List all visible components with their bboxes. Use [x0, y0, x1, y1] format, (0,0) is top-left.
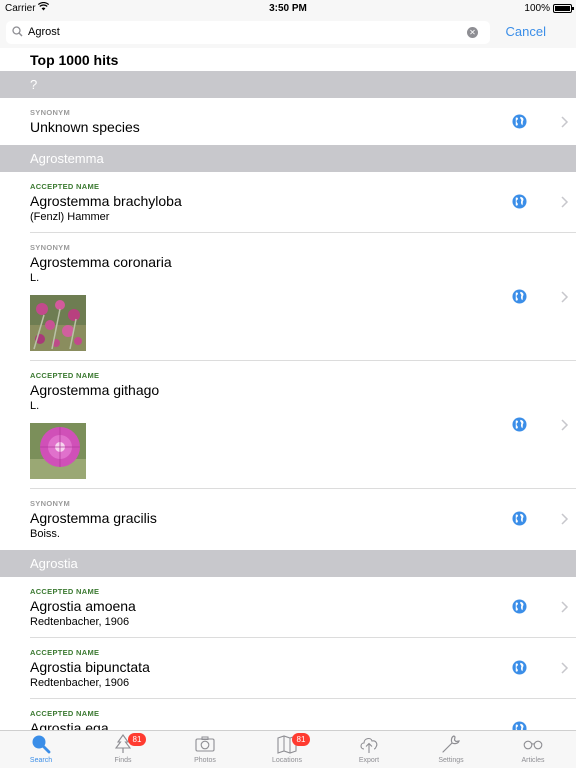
globe-icon[interactable]	[512, 599, 527, 614]
search-input[interactable]: Agrost ✕	[6, 21, 490, 44]
section-header: ?	[0, 71, 576, 98]
chevron-right-icon	[561, 196, 569, 208]
entry-kind: SYNONYM	[30, 108, 71, 117]
tab-finds[interactable]: 81 Finds	[82, 731, 164, 768]
species-photo[interactable]	[30, 295, 86, 351]
species-name: Agrostia bipunctata	[30, 659, 150, 675]
search-icon	[12, 26, 23, 37]
search-icon	[32, 735, 51, 754]
species-author: (Fenzl) Hammer	[30, 211, 110, 223]
search-bar: Agrost ✕ Cancel	[0, 18, 576, 48]
globe-icon[interactable]	[512, 721, 527, 730]
globe-icon[interactable]	[512, 289, 527, 304]
chevron-right-icon	[561, 116, 569, 128]
list-item[interactable]: SYNONYM Unknown species	[30, 98, 576, 145]
species-author: L.	[30, 400, 40, 412]
list-item[interactable]: SYNONYM Agrostemma coronaria L.	[30, 233, 576, 361]
species-author: Redtenbacher, 1906	[30, 677, 130, 689]
status-time: 3:50 PM	[269, 3, 307, 14]
tab-export[interactable]: Export	[328, 731, 410, 768]
list-item[interactable]: SYNONYM Agrostemma gracilis Boiss.	[30, 489, 576, 550]
entry-kind: SYNONYM	[30, 499, 71, 508]
species-author: Boiss.	[30, 528, 60, 540]
globe-icon[interactable]	[512, 511, 527, 526]
wrench-icon	[442, 735, 460, 753]
section-header: Agrostia	[0, 550, 576, 577]
clear-search-icon[interactable]: ✕	[467, 27, 478, 38]
entry-kind: ACCEPTED NAME	[30, 182, 100, 191]
globe-icon[interactable]	[512, 194, 527, 209]
list-item[interactable]: ACCEPTED NAME Agrostemma githago L.	[30, 361, 576, 489]
tab-bar: Search 81 Finds Photos 81 Locations Expo…	[0, 730, 576, 768]
battery-percent: 100%	[524, 3, 550, 14]
species-name: Agrostemma brachyloba	[30, 193, 182, 209]
results-title: Top 1000 hits	[30, 52, 119, 68]
results-list[interactable]: ? SYNONYM Unknown species Agrostemma ACC…	[0, 71, 576, 730]
tab-locations[interactable]: 81 Locations	[246, 731, 328, 768]
species-author: Redtenbacher, 1906	[30, 616, 130, 628]
species-name: Unknown species	[30, 119, 140, 135]
tab-photos[interactable]: Photos	[164, 731, 246, 768]
camera-icon	[195, 736, 215, 752]
species-name: Agrostia amoena	[30, 598, 136, 614]
list-item[interactable]: ACCEPTED NAME Agrostia bipunctata Redten…	[30, 638, 576, 699]
tab-label: Finds	[114, 757, 132, 764]
status-bar: Carrier 3:50 PM 100%	[0, 0, 576, 18]
finds-badge: 81	[128, 733, 146, 746]
species-name: Agrostemma githago	[30, 382, 160, 398]
tab-label: Settings	[438, 757, 464, 764]
species-name: Agrostemma coronaria	[30, 254, 172, 270]
list-item[interactable]: ACCEPTED NAME Agrostemma brachyloba (Fen…	[30, 172, 576, 233]
globe-icon[interactable]	[512, 417, 527, 432]
chevron-right-icon	[561, 601, 569, 613]
locations-badge: 81	[292, 733, 310, 746]
glasses-icon	[523, 740, 543, 750]
section-header: Agrostemma	[0, 145, 576, 172]
chevron-right-icon	[561, 662, 569, 674]
entry-kind: SYNONYM	[30, 243, 71, 252]
chevron-right-icon	[561, 291, 569, 303]
tab-label: Export	[358, 757, 380, 764]
cloud-upload-icon	[360, 738, 378, 753]
entry-kind: ACCEPTED NAME	[30, 709, 100, 718]
tab-search[interactable]: Search	[0, 731, 82, 768]
entry-kind: ACCEPTED NAME	[30, 648, 100, 657]
globe-icon[interactable]	[512, 660, 527, 675]
chevron-right-icon	[561, 419, 569, 431]
chevron-right-icon	[561, 513, 569, 525]
tab-settings[interactable]: Settings	[410, 731, 492, 768]
species-name: Agrostia ega	[30, 720, 109, 730]
tab-label: Articles	[521, 757, 545, 764]
tab-articles[interactable]: Articles	[492, 731, 574, 768]
tab-label: Search	[29, 757, 53, 764]
globe-icon[interactable]	[512, 114, 527, 129]
entry-kind: ACCEPTED NAME	[30, 371, 100, 380]
species-photo[interactable]	[30, 423, 86, 479]
list-item[interactable]: ACCEPTED NAME Agrostia ega	[30, 699, 576, 730]
entry-kind: ACCEPTED NAME	[30, 587, 100, 596]
tab-label: Photos	[194, 757, 216, 764]
search-value: Agrost	[28, 26, 60, 38]
cancel-button[interactable]: Cancel	[506, 24, 546, 39]
list-item[interactable]: ACCEPTED NAME Agrostia amoena Redtenbach…	[30, 577, 576, 638]
species-author: L.	[30, 272, 40, 284]
tab-label: Locations	[272, 757, 302, 764]
battery-icon	[553, 4, 574, 13]
species-name: Agrostemma gracilis	[30, 510, 157, 526]
